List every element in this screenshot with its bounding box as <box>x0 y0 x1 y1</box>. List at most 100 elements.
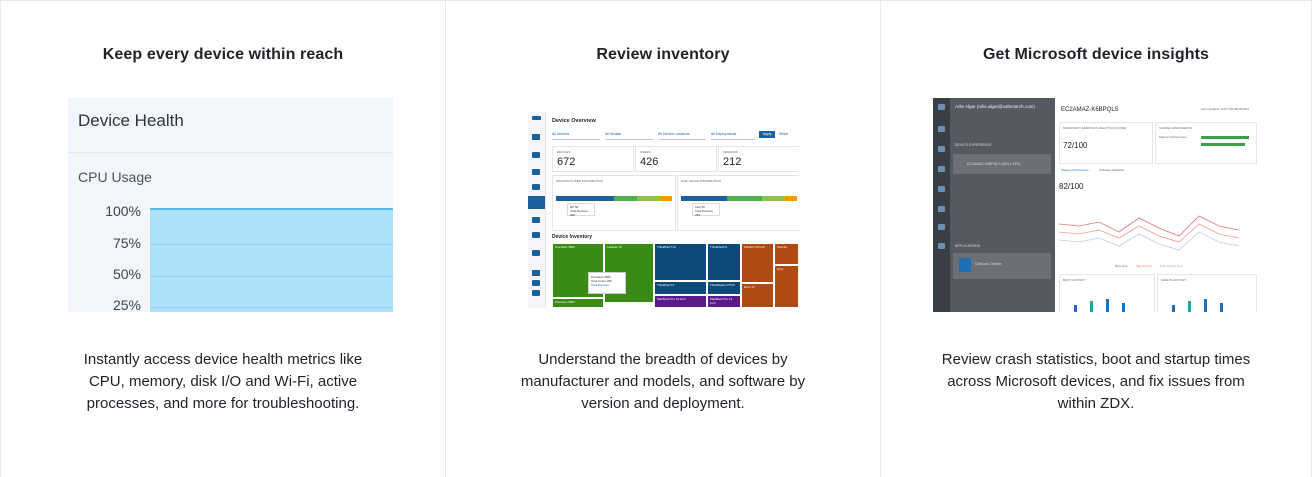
user-name: Arlie Algar (arlie.algar@safemarch.com) <box>955 104 1035 109</box>
search-icon <box>938 186 945 192</box>
gridline <box>150 276 393 277</box>
device-inventory-header: Device Inventory <box>552 234 593 240</box>
feature-card-inventory: Review inventory Device Overview All Dev… <box>445 1 880 477</box>
apply-button: Apply <box>759 131 775 138</box>
treemap-popup: Precision 3560 Total Users 430 Total Dev… <box>588 272 626 294</box>
distribution-bar <box>681 196 797 201</box>
outlook-icon <box>959 258 971 272</box>
distribution-tooltip: HP 56 Total Devices 300 <box>567 203 595 217</box>
feature-columns: Keep every device within reach Device He… <box>0 1 1312 477</box>
treemap-tile: ThinkPad X1 <box>654 281 707 295</box>
treemap-tile: Envy 17 <box>741 283 774 308</box>
treemap-tile: ThinkPad T14 <box>654 243 707 281</box>
filter-locations: All Device Locations <box>658 132 706 140</box>
card-title: Get Microsoft device insights <box>982 46 1210 63</box>
filter-deployments: All Deployments <box>711 132 755 140</box>
filter-models: All Models <box>605 132 653 140</box>
calendar-icon <box>532 152 540 158</box>
card-title: Keep every device within reach <box>102 46 344 63</box>
filter-devices: All Devices <box>552 132 600 140</box>
card-description: Review crash statistics, boot and startu… <box>941 351 1251 412</box>
device-detail-panel: EC2AMAZ-K6BPQLS Last Updated: 12:57 PM 0… <box>1055 98 1259 312</box>
feature-section: Keep every device within reach Device He… <box>0 0 1312 477</box>
device-health-title: Device Health <box>78 111 184 130</box>
logout-icon <box>532 290 540 296</box>
endpoint-score: 72/100 <box>1063 141 1088 150</box>
treemap-tile: Envy <box>774 265 799 308</box>
calendar-icon <box>938 146 945 152</box>
dashboard-icon <box>938 126 945 132</box>
distribution-tooltip: Intel 56 Total Devices 234 <box>692 203 720 217</box>
device-health-header: Device Health <box>68 98 393 153</box>
inventory-main: Device Overview All Devices All Models A… <box>548 112 799 308</box>
startup-line-chart <box>1059 215 1240 251</box>
stat-value: 426 <box>640 156 659 168</box>
section-label: DEVICE EXPERIENCE <box>955 143 992 147</box>
stat-users: USERS 426 <box>635 146 717 172</box>
startup-score: 82/100 <box>1059 182 1084 191</box>
endpoint-score-box: MICROSOFT ENDPOINT ANALYTICS SCORE 72/10… <box>1059 122 1153 164</box>
dimmed-background-panel: Arlie Algar (arlie.algar@safemarch.com) … <box>933 98 1055 312</box>
reports-icon <box>938 206 945 212</box>
treemap-tile: MacBook Pro 13 inch <box>707 295 741 308</box>
logo-icon <box>938 104 945 110</box>
app-row: Outlook Online <box>953 253 1051 279</box>
treemap-tile: Spectre <box>774 243 799 265</box>
card-title: Review inventory <box>596 46 730 63</box>
stat-value: 212 <box>723 156 742 168</box>
treemap-tile: MacBook Pro 16 inch <box>654 295 707 308</box>
device-health-screenshot: Device Health CPU Usage 100% 75% 50% 25% <box>68 98 393 312</box>
boot-history-box: BOOT HISTORY <box>1059 274 1155 312</box>
score-bar <box>1201 143 1245 146</box>
logo-icon <box>532 116 541 120</box>
stat-devices: DEVICES 672 <box>552 146 634 172</box>
stat-label: DEVICES <box>557 150 571 154</box>
warning-icon <box>938 243 945 249</box>
feature-card-microsoft-insights: Get Microsoft device insights Arlie Alga… <box>880 1 1312 477</box>
alerts-icon <box>938 166 945 172</box>
device-row: EC2AMAZ-K6BPQLS (DELL XPS) <box>953 154 1051 174</box>
stat-label: VENDORS <box>723 150 738 154</box>
reports-icon <box>532 217 540 223</box>
inventory-sidebar <box>528 112 546 308</box>
feature-card-device-health: Keep every device within reach Device He… <box>0 1 445 477</box>
cpu-usage-label: CPU Usage <box>78 169 152 185</box>
dist-label: DISK SPACE DISTRIBUTION <box>681 179 721 183</box>
y-tick-label: 75% <box>112 235 141 251</box>
stat-vendors: VENDORS 212 <box>718 146 799 172</box>
alerts-icon <box>532 169 540 175</box>
treemap-tile: Pavilion 15 inch <box>741 243 774 283</box>
y-tick-label: 50% <box>112 266 141 282</box>
device-title: EC2AMAZ-K6BPQLS <box>1061 107 1119 113</box>
search-icon <box>532 184 540 190</box>
user-icon <box>532 270 540 276</box>
warning-icon <box>532 250 540 256</box>
gridline <box>150 307 393 308</box>
device-overview-header: Device Overview <box>552 118 596 124</box>
y-tick-label: 25% <box>112 297 141 312</box>
disk-space-distribution: DISK SPACE DISTRIBUTION Intel 56 Total D… <box>677 175 799 231</box>
last-updated: Last Updated: 12:57 PM 09/09/2024 <box>1200 107 1249 111</box>
manufacturer-distribution: MANUFACTURER DISTRIBUTION HP 56 Total De… <box>552 175 676 231</box>
help-icon <box>532 280 540 286</box>
settings-icon <box>532 232 540 238</box>
card-description: Understand the breadth of devices by man… <box>520 351 806 412</box>
tab-reliability: Software Reliability <box>1099 168 1125 172</box>
settings-icon <box>938 224 945 230</box>
inventory-screenshot: Device Overview All Devices All Models A… <box>528 112 799 308</box>
treemap-tile: ThinkPad P1 <box>707 243 741 281</box>
chart-legend: Boot time Sign-in time Total startup tim… <box>1115 264 1183 268</box>
dist-label: MANUFACTURER DISTRIBUTION <box>556 179 604 183</box>
treemap-tile: ThinkStation P720 <box>707 281 741 295</box>
signin-history-box: SIGN-IN HISTORY <box>1157 274 1257 312</box>
inventory-nav-selected <box>528 196 545 209</box>
distribution-bar <box>556 196 672 201</box>
treemap-tile: Precision 3551 <box>552 298 604 308</box>
nav-rail <box>933 98 950 312</box>
card-description: Instantly access device health metrics l… <box>83 351 363 412</box>
series-line <box>1059 231 1240 251</box>
tab-startup: Startup Performance <box>1061 168 1089 172</box>
microsoft-insights-screenshot: Arlie Algar (arlie.algar@safemarch.com) … <box>933 98 1259 312</box>
reset-link: Reset <box>779 132 789 136</box>
score-bar <box>1201 136 1249 139</box>
